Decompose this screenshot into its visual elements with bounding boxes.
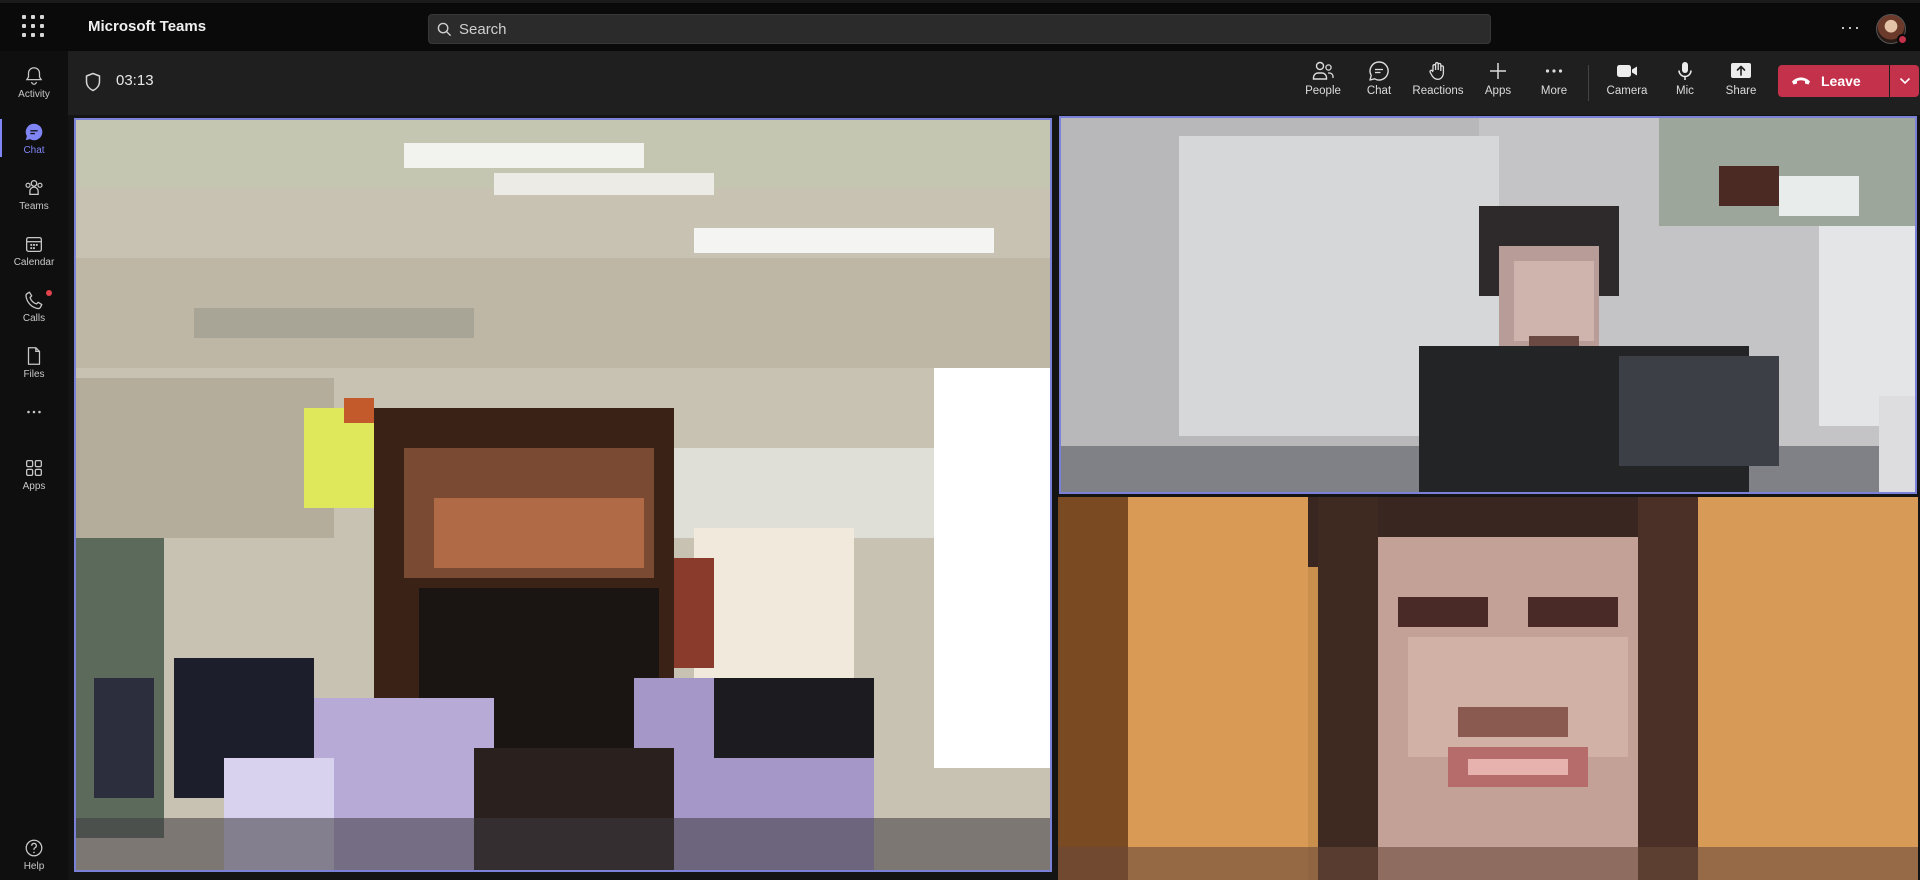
video-stage [68, 115, 1920, 880]
chat-label: Chat [1366, 85, 1392, 97]
participant-video-feed [1059, 116, 1917, 494]
people-icon [1312, 61, 1334, 80]
rail-item-help[interactable]: Help [0, 829, 68, 880]
leave-options-button[interactable] [1890, 65, 1919, 97]
chat-button[interactable]: Chat [1351, 60, 1407, 108]
help-icon [25, 839, 43, 857]
settings-more-icon[interactable]: ··· [1840, 17, 1861, 38]
participant-video-tile[interactable] [1058, 497, 1918, 880]
more-label: More [1540, 85, 1568, 97]
rail-item-label: Files [23, 369, 45, 380]
search-box[interactable] [428, 14, 1491, 44]
mic-label: Mic [1676, 85, 1694, 97]
participant-video-tile[interactable] [1059, 116, 1917, 494]
participant-video-feed [74, 118, 1052, 872]
chevron-down-icon [1899, 77, 1911, 85]
leave-label: Leave [1821, 73, 1861, 89]
chat-icon [25, 123, 43, 141]
presence-busy-icon [1897, 34, 1908, 45]
rail-item-label: Calls [22, 313, 46, 324]
more-horizontal-icon [1545, 69, 1563, 73]
rail-item-chat[interactable]: Chat [0, 113, 68, 165]
rail-item-files[interactable]: Files [0, 337, 68, 389]
rail-item-teams[interactable]: Teams [0, 169, 68, 221]
apps-button[interactable]: Apps [1470, 60, 1526, 108]
apps-label: Apps [1484, 85, 1512, 97]
share-button[interactable]: Share [1713, 60, 1769, 108]
avatar[interactable] [1876, 14, 1908, 45]
file-icon [27, 347, 41, 365]
camera-icon [1617, 65, 1637, 77]
camera-button[interactable]: Camera [1597, 60, 1657, 108]
rail-item-apps[interactable]: Apps [0, 449, 68, 501]
toolbar-divider [1588, 65, 1589, 101]
meeting-timer: 03:13 [116, 72, 154, 89]
rail-item-more[interactable] [0, 393, 68, 445]
app-title: Microsoft Teams [88, 18, 207, 35]
title-bar: Microsoft Teams ··· [0, 0, 1920, 51]
rail-item-label: Chat [23, 145, 45, 156]
rail-item-label: Teams [19, 201, 49, 212]
search-input[interactable] [459, 15, 1479, 43]
calendar-icon [26, 236, 42, 252]
rail-item-label: Help [23, 861, 45, 872]
phone-icon [25, 291, 43, 310]
hang-up-icon [1792, 77, 1810, 85]
notification-dot [46, 290, 52, 296]
reactions-button[interactable]: Reactions [1407, 60, 1469, 108]
people-label: People [1305, 85, 1341, 97]
chat-icon [1369, 61, 1389, 81]
share-label: Share [1725, 85, 1757, 97]
raise-hand-icon [1429, 62, 1445, 80]
rail-item-calls[interactable]: Calls [0, 281, 68, 333]
rail-item-label: Calendar [13, 257, 55, 268]
plus-icon [1490, 63, 1506, 79]
app-rail: Activity Chat Teams Calendar Calls Files… [0, 51, 68, 880]
microphone-icon [1678, 62, 1692, 80]
rail-item-calendar[interactable]: Calendar [0, 225, 68, 277]
participant-video-tile[interactable] [74, 118, 1052, 872]
meeting-toolbar: 03:13 People Chat Reactions Apps More Ca… [68, 51, 1920, 115]
apps-icon [26, 460, 42, 476]
more-button[interactable]: More [1526, 60, 1582, 108]
rail-item-label: Activity [18, 89, 50, 100]
participant-video-feed [1058, 497, 1918, 880]
rail-item-label: Apps [22, 481, 46, 492]
reactions-label: Reactions [1412, 85, 1464, 97]
mic-button[interactable]: Mic [1657, 60, 1713, 108]
search-icon [437, 22, 452, 37]
bell-icon [25, 67, 43, 85]
camera-label: Camera [1606, 85, 1648, 97]
share-screen-icon [1731, 63, 1751, 78]
shield-icon [85, 72, 101, 92]
app-launcher-icon[interactable] [22, 15, 44, 37]
more-horizontal-icon [27, 410, 41, 414]
teams-icon [25, 180, 43, 196]
leave-button[interactable]: Leave [1778, 65, 1889, 97]
people-button[interactable]: People [1295, 60, 1351, 108]
rail-item-activity[interactable]: Activity [0, 57, 68, 109]
